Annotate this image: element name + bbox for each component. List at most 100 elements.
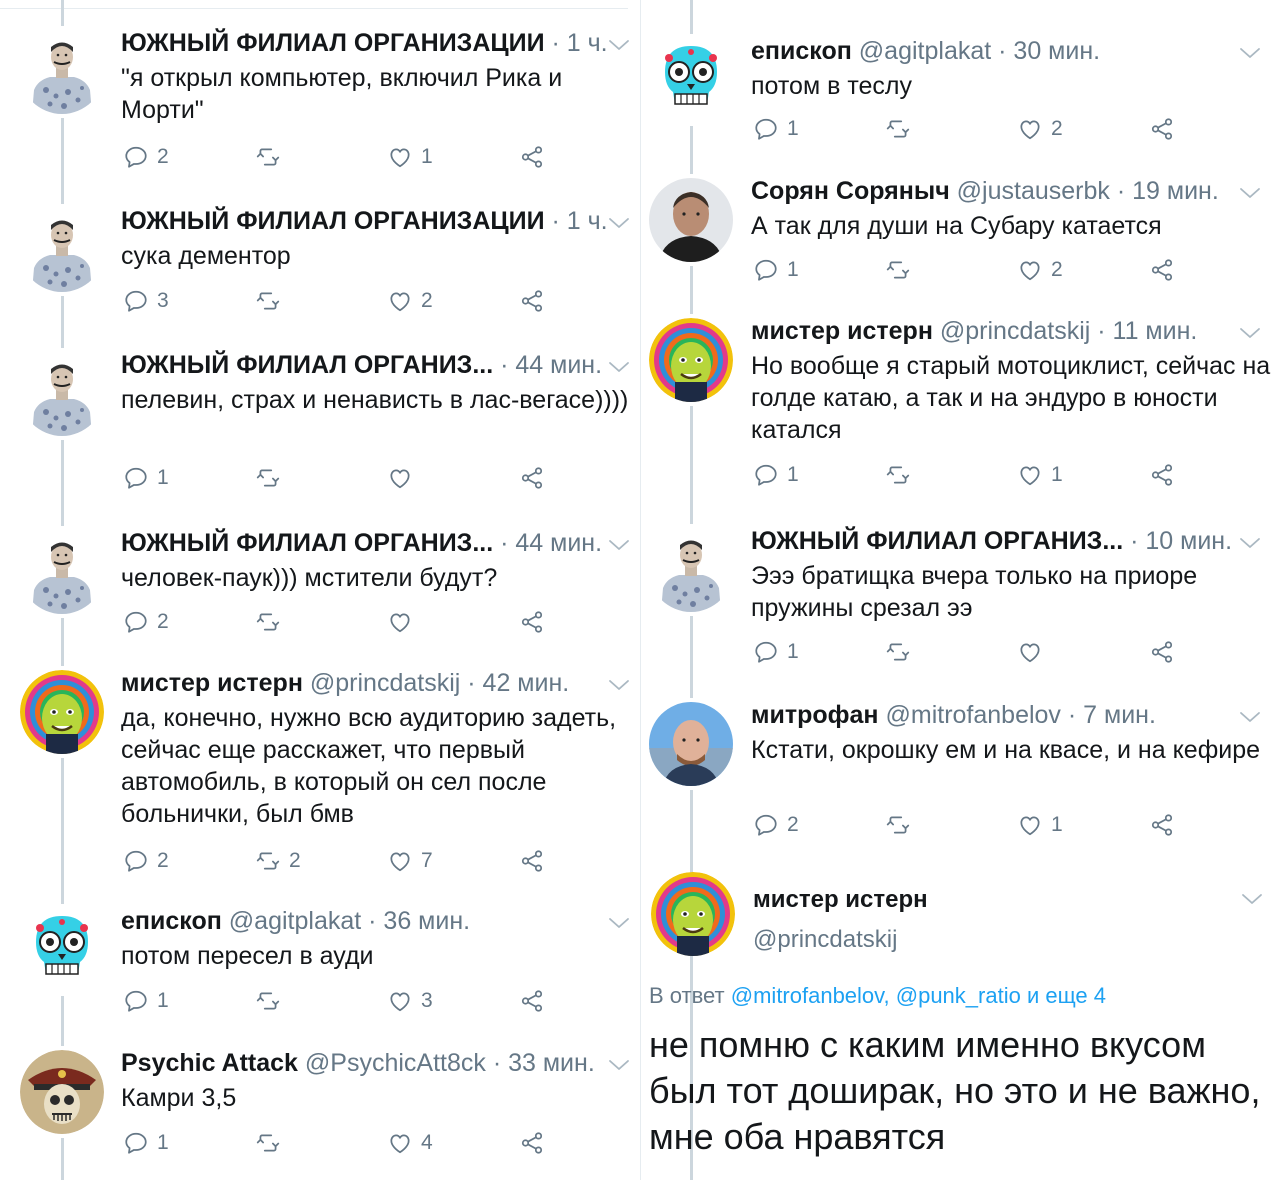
author-name[interactable]: ЮЖНЫЙ ФИЛИАЛ ОРГАНИЗ... bbox=[121, 351, 493, 379]
tattoo-man-avatar[interactable] bbox=[20, 208, 104, 292]
psychedelic-face-avatar[interactable] bbox=[20, 670, 104, 754]
reply-button[interactable]: 2 bbox=[753, 810, 799, 840]
share-button[interactable] bbox=[519, 986, 553, 1016]
skull-officer-avatar[interactable] bbox=[20, 1050, 104, 1134]
author-handle[interactable]: @mitrofanbelov bbox=[885, 701, 1060, 729]
reply-button[interactable]: 1 bbox=[753, 637, 799, 667]
chevron-down-icon[interactable] bbox=[1239, 326, 1261, 340]
chevron-down-icon[interactable] bbox=[1239, 186, 1261, 200]
focused-author-name[interactable]: мистер истерн bbox=[753, 886, 928, 914]
chevron-down-icon[interactable] bbox=[608, 1058, 630, 1072]
author-handle[interactable]: @justauserbk bbox=[957, 177, 1110, 205]
chevron-down-icon[interactable] bbox=[608, 678, 630, 692]
share-button[interactable] bbox=[519, 607, 553, 637]
timestamp[interactable]: · 7 мин. bbox=[1068, 701, 1156, 729]
focused-author-handle[interactable]: @princdatskij bbox=[753, 926, 897, 954]
author-handle[interactable]: @agitplakat bbox=[229, 907, 361, 935]
chevron-down-icon[interactable] bbox=[1239, 536, 1261, 550]
like-button[interactable]: 4 bbox=[387, 1128, 433, 1158]
chevron-down-icon[interactable] bbox=[608, 216, 630, 230]
like-button[interactable]: 2 bbox=[1017, 255, 1063, 285]
sugar-skull-avatar[interactable] bbox=[649, 38, 733, 122]
reply-button[interactable]: 2 bbox=[123, 142, 169, 172]
like-button[interactable]: 1 bbox=[1017, 460, 1063, 490]
timestamp[interactable]: · 30 мин. bbox=[998, 37, 1100, 65]
share-button[interactable] bbox=[1149, 460, 1183, 490]
author-name[interactable]: мистер истерн bbox=[121, 669, 303, 697]
chevron-down-icon[interactable] bbox=[608, 360, 630, 374]
retweet-button[interactable] bbox=[255, 986, 299, 1016]
author-name[interactable]: ЮЖНЫЙ ФИЛИАЛ ОРГАНИЗ... bbox=[751, 527, 1123, 555]
author-handle[interactable]: @princdatskij bbox=[310, 669, 460, 697]
timestamp[interactable]: · 44 мин. bbox=[500, 351, 602, 379]
timestamp[interactable]: · 33 мин. bbox=[493, 1049, 595, 1077]
retweet-button[interactable] bbox=[885, 810, 929, 840]
share-button[interactable] bbox=[519, 142, 553, 172]
reply-button[interactable]: 1 bbox=[753, 114, 799, 144]
retweet-button[interactable] bbox=[885, 637, 929, 667]
share-button[interactable] bbox=[519, 846, 553, 876]
chevron-down-icon[interactable] bbox=[608, 916, 630, 930]
timestamp[interactable]: · 36 мин. bbox=[368, 907, 470, 935]
retweet-button[interactable] bbox=[885, 460, 929, 490]
tattoo-man-avatar[interactable] bbox=[20, 352, 104, 436]
chevron-down-icon[interactable] bbox=[1239, 710, 1261, 724]
share-button[interactable] bbox=[519, 1128, 553, 1158]
reply-button[interactable]: 1 bbox=[753, 255, 799, 285]
tattoo-man-avatar[interactable] bbox=[20, 30, 104, 114]
author-name[interactable]: митрофан bbox=[751, 701, 879, 729]
share-button[interactable] bbox=[519, 463, 553, 493]
timestamp[interactable]: · 44 мин. bbox=[500, 529, 602, 557]
chevron-down-icon[interactable] bbox=[1241, 892, 1263, 906]
psychedelic-face-avatar[interactable] bbox=[649, 318, 733, 402]
reply-button[interactable]: 1 bbox=[753, 460, 799, 490]
bald-man-photo-avatar[interactable] bbox=[649, 702, 733, 786]
retweet-button[interactable] bbox=[255, 142, 299, 172]
author-handle[interactable]: @PsychicAtt8ck bbox=[305, 1049, 486, 1077]
chevron-down-icon[interactable] bbox=[1239, 46, 1261, 60]
author-name[interactable]: Psychic Attack bbox=[121, 1049, 298, 1077]
chevron-down-icon[interactable] bbox=[608, 538, 630, 552]
timestamp[interactable]: · 10 мин. bbox=[1130, 527, 1232, 555]
share-button[interactable] bbox=[1149, 810, 1183, 840]
author-handle[interactable]: @princdatskij bbox=[940, 317, 1090, 345]
like-button[interactable] bbox=[1017, 637, 1061, 667]
retweet-button[interactable] bbox=[255, 1128, 299, 1158]
retweet-button[interactable] bbox=[885, 114, 929, 144]
timestamp[interactable]: · 19 мин. bbox=[1117, 177, 1219, 205]
like-button[interactable]: 1 bbox=[1017, 810, 1063, 840]
author-name[interactable]: ЮЖНЫЙ ФИЛИАЛ ОРГАНИЗАЦИИ bbox=[121, 29, 545, 57]
timestamp[interactable]: · 1 ч. bbox=[552, 207, 608, 235]
like-button[interactable]: 7 bbox=[387, 846, 433, 876]
retweet-button[interactable] bbox=[885, 255, 929, 285]
retweet-button[interactable] bbox=[255, 463, 299, 493]
reply-button[interactable]: 1 bbox=[123, 1128, 169, 1158]
sugar-skull-avatar[interactable] bbox=[20, 908, 104, 992]
share-button[interactable] bbox=[519, 286, 553, 316]
reply-to-mentions[interactable]: @mitrofanbelov, @punk_ratio и еще 4 bbox=[731, 983, 1106, 1008]
timestamp[interactable]: · 11 мин. bbox=[1097, 317, 1197, 345]
like-button[interactable] bbox=[387, 607, 431, 637]
author-name[interactable]: епископ bbox=[751, 37, 852, 65]
man-photo-avatar[interactable] bbox=[649, 178, 733, 262]
reply-button[interactable]: 1 bbox=[123, 463, 169, 493]
reply-button[interactable]: 3 bbox=[123, 286, 169, 316]
like-button[interactable] bbox=[387, 463, 431, 493]
author-name[interactable]: мистер истерн bbox=[751, 317, 933, 345]
retweet-button[interactable] bbox=[255, 286, 299, 316]
share-button[interactable] bbox=[1149, 255, 1183, 285]
timestamp[interactable]: · 1 ч. bbox=[552, 29, 608, 57]
timestamp[interactable]: · 42 мин. bbox=[467, 669, 569, 697]
psychedelic-face-avatar[interactable] bbox=[651, 872, 735, 956]
reply-button[interactable]: 2 bbox=[123, 607, 169, 637]
share-button[interactable] bbox=[1149, 637, 1183, 667]
like-button[interactable]: 2 bbox=[387, 286, 433, 316]
author-name[interactable]: ЮЖНЫЙ ФИЛИАЛ ОРГАНИЗАЦИИ bbox=[121, 207, 545, 235]
author-handle[interactable]: @agitplakat bbox=[859, 37, 991, 65]
tattoo-man-avatar[interactable] bbox=[649, 528, 733, 612]
like-button[interactable]: 1 bbox=[387, 142, 433, 172]
reply-button[interactable]: 1 bbox=[123, 986, 169, 1016]
tattoo-man-avatar[interactable] bbox=[20, 530, 104, 614]
chevron-down-icon[interactable] bbox=[608, 38, 630, 52]
like-button[interactable]: 2 bbox=[1017, 114, 1063, 144]
